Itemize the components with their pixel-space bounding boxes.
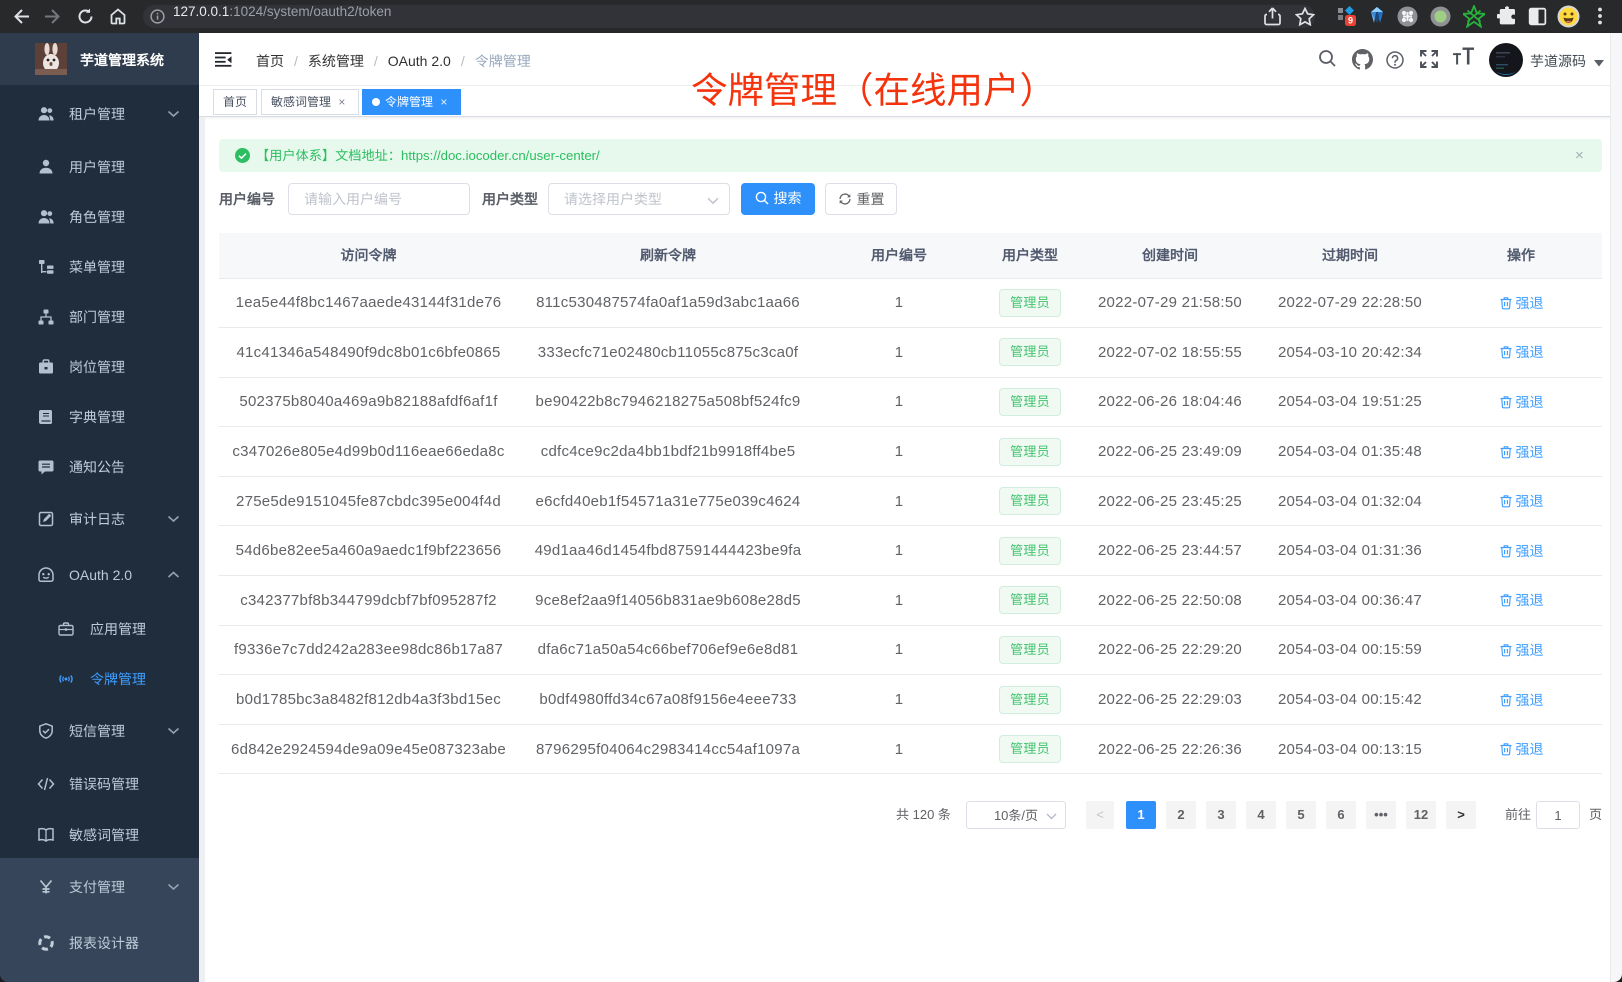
svg-text:9: 9 [1348,16,1353,26]
